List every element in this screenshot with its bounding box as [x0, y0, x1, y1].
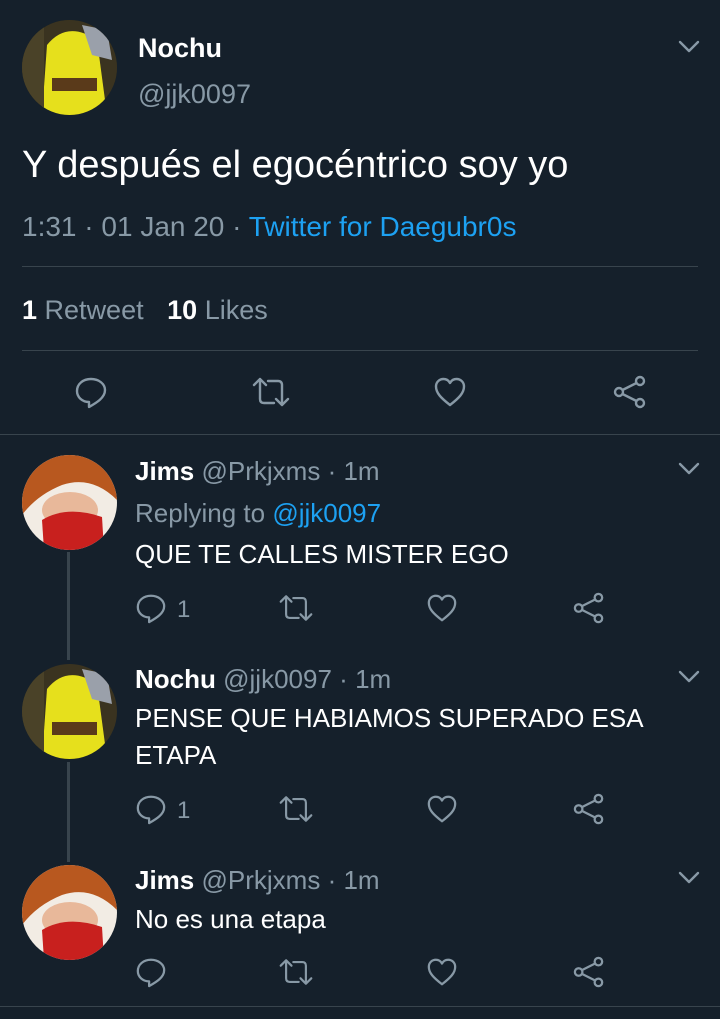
separator: · — [327, 456, 337, 486]
chevron-down-icon[interactable] — [678, 670, 700, 684]
replying-to-label: Replying to — [135, 498, 266, 528]
reply-text-line: PENSE QUE HABIAMOS SUPERADO ESA — [135, 703, 644, 733]
reply-text-line: ETAPA — [135, 740, 217, 770]
reply-icon[interactable] — [74, 375, 108, 409]
retweets-count: 1 — [22, 295, 38, 325]
author-handle[interactable]: @jjk0097 — [138, 79, 251, 110]
likes-count: 10 — [167, 295, 198, 325]
avatar[interactable] — [22, 455, 117, 550]
chevron-down-icon[interactable] — [678, 871, 700, 885]
retweet-icon[interactable] — [251, 375, 291, 409]
reply-icon[interactable] — [135, 956, 167, 988]
separator: · — [232, 211, 242, 242]
share-icon[interactable] — [612, 375, 648, 409]
chevron-down-icon[interactable] — [678, 40, 700, 54]
retweet-icon[interactable] — [278, 592, 314, 624]
reply-icon[interactable] — [135, 592, 167, 624]
thread-line — [67, 552, 70, 660]
reply-author-handle[interactable]: @Prkjxms — [202, 456, 321, 486]
separator: · — [84, 211, 94, 242]
divider — [0, 434, 720, 435]
share-icon[interactable] — [572, 956, 606, 988]
reply-header: Nochu @jjk0097 · 1m — [135, 664, 391, 695]
reply-count: 1 — [177, 797, 191, 824]
reply-header: Jims @Prkjxms · 1m — [135, 456, 380, 487]
like-icon[interactable] — [426, 956, 458, 988]
reply-author-name[interactable]: Nochu — [135, 664, 216, 694]
reply-time: 1m — [343, 456, 380, 486]
reply-text: QUE TE CALLES MISTER EGO — [135, 539, 509, 569]
share-icon[interactable] — [572, 793, 606, 825]
thread-line — [67, 762, 70, 862]
like-icon[interactable] — [426, 793, 458, 825]
like-icon[interactable] — [426, 592, 458, 624]
reply-time: 1m — [343, 865, 380, 895]
retweet-icon[interactable] — [278, 956, 314, 988]
likes-stat[interactable]: 10 Likes — [167, 295, 268, 325]
reply-time: 1m — [355, 664, 392, 694]
reply-count: 1 — [177, 596, 191, 623]
retweets-stat[interactable]: 1 Retweet — [22, 295, 151, 325]
tweet-text: Y después el egocéntrico soy yo — [22, 144, 569, 186]
reply-author-handle[interactable]: @jjk0097 — [223, 664, 332, 694]
replying-to-handle[interactable]: @jjk0097 — [272, 498, 381, 528]
tweet-time: 1:31 — [22, 211, 77, 242]
chevron-down-icon[interactable] — [678, 462, 700, 476]
reply-author-name[interactable]: Jims — [135, 865, 194, 895]
reply-author-name[interactable]: Jims — [135, 456, 194, 486]
replying-to: Replying to @jjk0097 — [135, 498, 381, 529]
tweet-source-link[interactable]: Twitter for Daegubr0s — [249, 211, 517, 242]
like-icon[interactable] — [433, 375, 467, 409]
retweet-icon[interactable] — [278, 793, 314, 825]
divider — [0, 1006, 720, 1007]
share-icon[interactable] — [572, 592, 606, 624]
avatar[interactable] — [22, 664, 117, 759]
engagement-stats: 1 Retweet 10 Likes — [22, 295, 268, 326]
tweet-date: 01 Jan 20 — [101, 211, 225, 242]
tweet-meta: 1:31 · 01 Jan 20 · Twitter for Daegubr0s — [22, 211, 516, 243]
reply-header: Jims @Prkjxms · 1m — [135, 865, 380, 896]
avatar[interactable] — [22, 20, 117, 115]
likes-label: Likes — [204, 295, 268, 325]
reply-icon[interactable] — [135, 793, 167, 825]
author-name[interactable]: Nochu — [138, 33, 222, 64]
divider — [22, 266, 698, 267]
separator: · — [327, 865, 337, 895]
avatar[interactable] — [22, 865, 117, 960]
reply-author-handle[interactable]: @Prkjxms — [202, 865, 321, 895]
divider — [22, 350, 698, 351]
reply-text: No es una etapa — [135, 904, 326, 934]
retweets-label: Retweet — [44, 295, 144, 325]
separator: · — [339, 664, 348, 694]
